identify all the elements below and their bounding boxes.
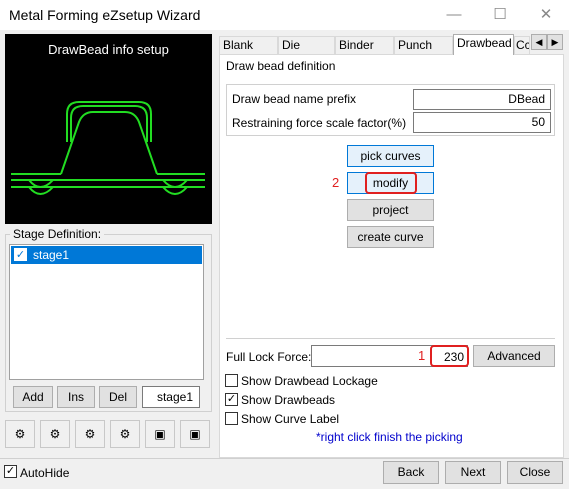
- drawbead-preview: DrawBead info setup: [5, 34, 212, 224]
- footer-divider: [0, 458, 569, 459]
- show-drawbeads-label: Show Drawbeads: [241, 393, 336, 407]
- close-window-button[interactable]: ✕: [523, 0, 569, 30]
- list-item[interactable]: ✓ stage1: [11, 246, 202, 264]
- full-lock-force-highlight: [430, 345, 469, 367]
- annotation-marker-1: 1: [418, 348, 426, 363]
- gear-pair-icon[interactable]: ⚙: [40, 420, 70, 448]
- stage-item-label: stage1: [33, 248, 70, 262]
- picking-hint: *right click finish the picking: [316, 430, 463, 444]
- delete-stage-button[interactable]: Del: [99, 386, 137, 408]
- maximize-button[interactable]: ☐: [477, 0, 523, 30]
- annotation-marker-2: 2: [332, 175, 340, 190]
- tab-punch[interactable]: Punch: [394, 36, 453, 54]
- prefix-label: Draw bead name prefix: [232, 92, 357, 106]
- tab-blank[interactable]: Blank: [219, 36, 278, 54]
- autohide-checkbox[interactable]: ✓: [4, 465, 17, 478]
- modify-highlight: [365, 172, 417, 194]
- advanced-button[interactable]: Advanced: [473, 345, 555, 367]
- add-stage-button[interactable]: Add: [13, 386, 53, 408]
- tab-die[interactable]: Die: [278, 36, 335, 54]
- next-button[interactable]: Next: [445, 461, 501, 484]
- stage-name-field[interactable]: stage1: [142, 386, 200, 408]
- tab-cc[interactable]: Cc: [514, 36, 530, 54]
- create-curve-button[interactable]: create curve: [347, 226, 434, 248]
- full-lock-force-label: Full Lock Force:: [226, 350, 312, 364]
- gear-check-icon[interactable]: ⚙: [110, 420, 140, 448]
- stage-definition-label: Stage Definition:: [10, 227, 105, 241]
- drawbead-group-label: Draw bead definition: [226, 59, 336, 73]
- scale-factor-label: Restraining force scale factor(%): [232, 116, 407, 130]
- window-title: Metal Forming eZsetup Wizard: [9, 7, 201, 23]
- gear-link-icon[interactable]: ⚙: [5, 420, 35, 448]
- show-lockage-label: Show Drawbead Lockage: [241, 374, 378, 388]
- title-bar: Metal Forming eZsetup Wizard — ☐ ✕: [0, 0, 569, 30]
- back-button[interactable]: Back: [383, 461, 439, 484]
- gear-cycle-icon[interactable]: ⚙: [75, 420, 105, 448]
- show-curve-label-checkbox[interactable]: [225, 412, 238, 425]
- stage-check-icon[interactable]: ✓: [14, 248, 27, 261]
- tab-drawbead[interactable]: Drawbead: [453, 34, 514, 55]
- show-drawbeads-checkbox[interactable]: ✓: [225, 393, 238, 406]
- drawbead-diagram: [11, 101, 205, 195]
- project-button[interactable]: project: [347, 199, 434, 221]
- tab-binder[interactable]: Binder: [335, 36, 394, 54]
- minimize-button[interactable]: —: [431, 0, 477, 30]
- tab-scroll-right-icon[interactable]: ▶: [547, 34, 563, 50]
- pick-curves-button[interactable]: pick curves: [347, 145, 434, 167]
- film-gear-icon[interactable]: ▣: [145, 420, 175, 448]
- show-lockage-checkbox[interactable]: [225, 374, 238, 387]
- insert-stage-button[interactable]: Ins: [57, 386, 95, 408]
- film-gear-alt-icon[interactable]: ▣: [180, 420, 210, 448]
- prefix-input[interactable]: DBead: [413, 89, 551, 110]
- divider: [226, 338, 555, 339]
- stage-list[interactable]: ✓ stage1: [9, 244, 204, 380]
- close-button[interactable]: Close: [507, 461, 563, 484]
- show-curve-label-label: Show Curve Label: [241, 412, 340, 426]
- autohide-label: AutoHide: [20, 466, 70, 480]
- tab-scroll-left-icon[interactable]: ◀: [531, 34, 547, 50]
- scale-factor-input[interactable]: 50: [413, 112, 551, 133]
